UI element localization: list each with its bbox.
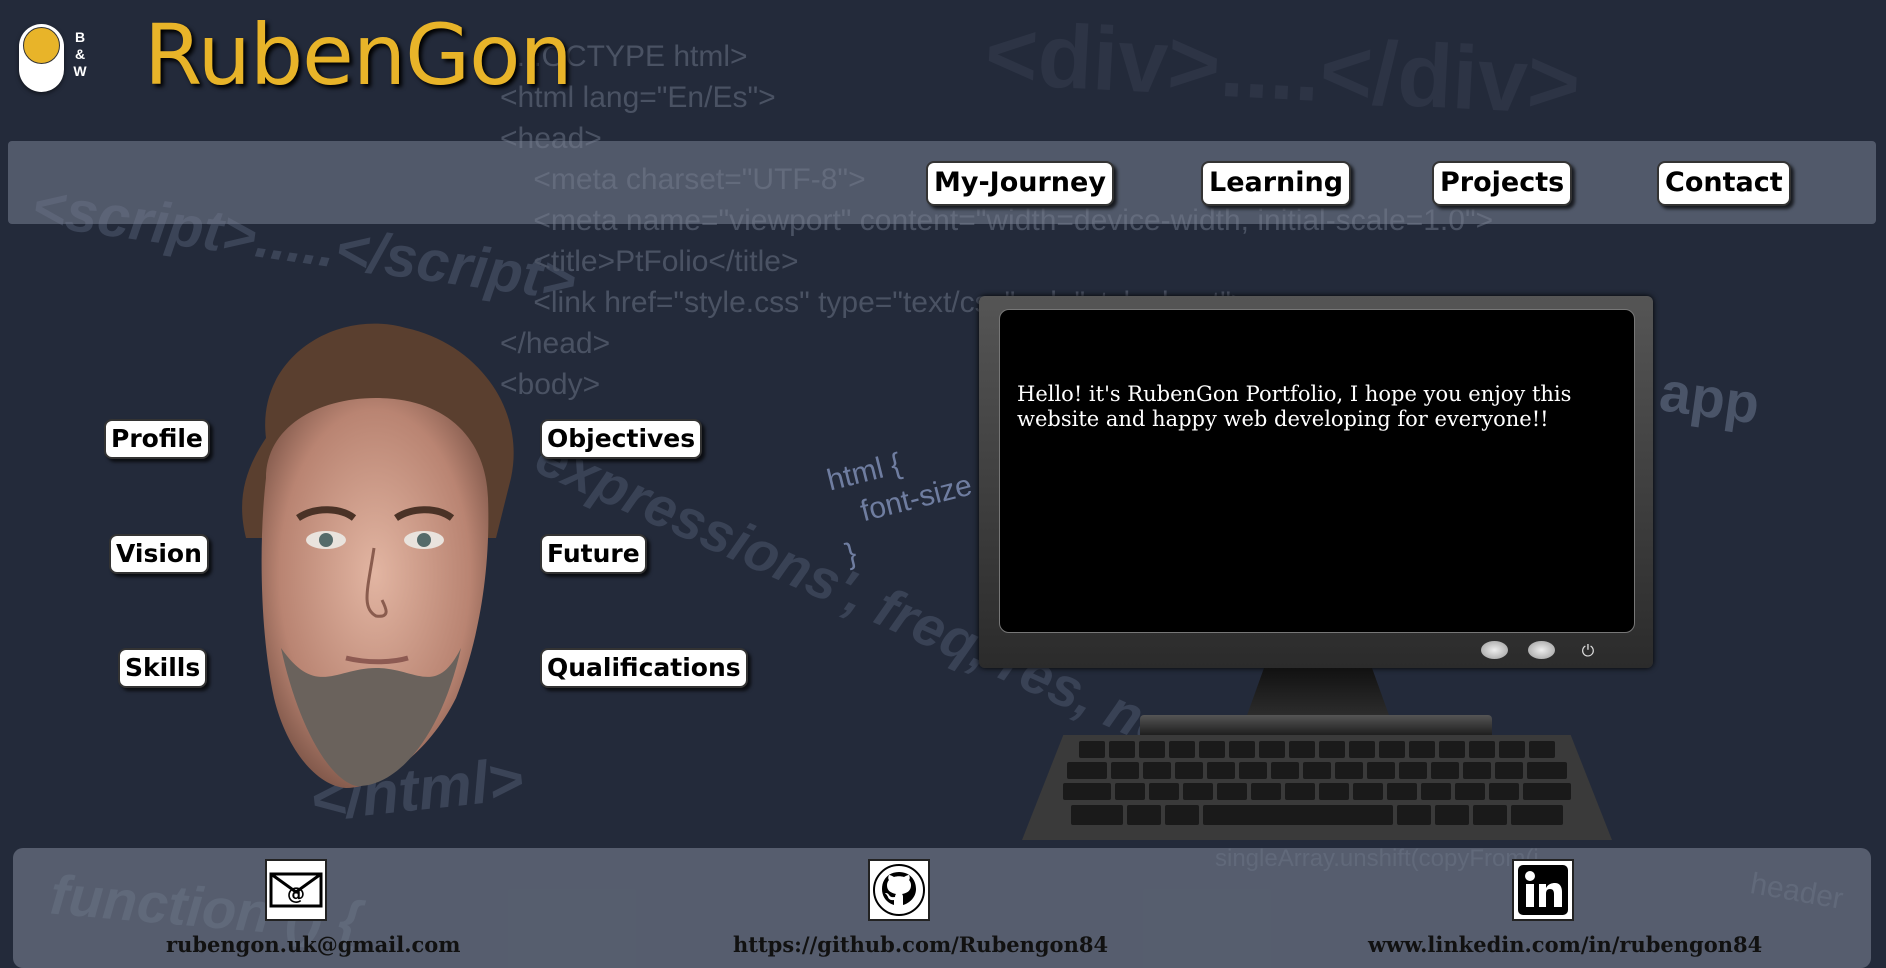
svg-text:@: @ bbox=[287, 884, 305, 905]
site-brand: RubenGon bbox=[144, 6, 573, 104]
keyboard bbox=[1022, 735, 1612, 840]
monitor-screen: Hello! it's RubenGon Portfolio, I hope y… bbox=[999, 309, 1635, 633]
toggle-knob-icon bbox=[23, 27, 60, 64]
power-icon: ⏻ bbox=[1581, 641, 1595, 660]
welcome-message: Hello! it's RubenGon Portfolio, I hope y… bbox=[1017, 382, 1572, 431]
bg-div-tag: <div>....</div> bbox=[982, 3, 1583, 135]
monitor-stand-base bbox=[1140, 715, 1492, 735]
skills-button[interactable]: Skills bbox=[118, 648, 208, 688]
monitor-button-1 bbox=[1481, 641, 1508, 659]
future-button[interactable]: Future bbox=[540, 534, 647, 574]
nav-my-journey[interactable]: My-Journey bbox=[926, 161, 1114, 206]
monitor-button-2 bbox=[1528, 641, 1555, 659]
theme-toggle-label: B & W bbox=[73, 29, 87, 79]
vision-button[interactable]: Vision bbox=[109, 534, 209, 574]
nav-contact[interactable]: Contact bbox=[1657, 161, 1791, 206]
objectives-button[interactable]: Objectives bbox=[540, 419, 703, 459]
github-link[interactable]: https://github.com/Rubengon84 bbox=[733, 932, 1108, 957]
bg-css-block: html { font-size } bbox=[823, 447, 976, 572]
nav-projects[interactable]: Projects bbox=[1432, 161, 1573, 206]
email-link[interactable]: rubengon.uk@gmail.com bbox=[166, 932, 461, 957]
bg-app-word: app bbox=[1656, 359, 1764, 436]
linkedin-icon[interactable] bbox=[1512, 859, 1574, 921]
profile-button[interactable]: Profile bbox=[104, 419, 210, 459]
avatar bbox=[242, 323, 514, 788]
github-icon[interactable] bbox=[868, 859, 930, 921]
linkedin-link[interactable]: www.linkedin.com/in/rubengon84 bbox=[1368, 932, 1762, 957]
nav-learning[interactable]: Learning bbox=[1201, 161, 1352, 206]
email-icon[interactable]: @ bbox=[265, 859, 327, 921]
theme-toggle[interactable] bbox=[19, 24, 64, 92]
qualifications-button[interactable]: Qualifications bbox=[540, 648, 748, 688]
